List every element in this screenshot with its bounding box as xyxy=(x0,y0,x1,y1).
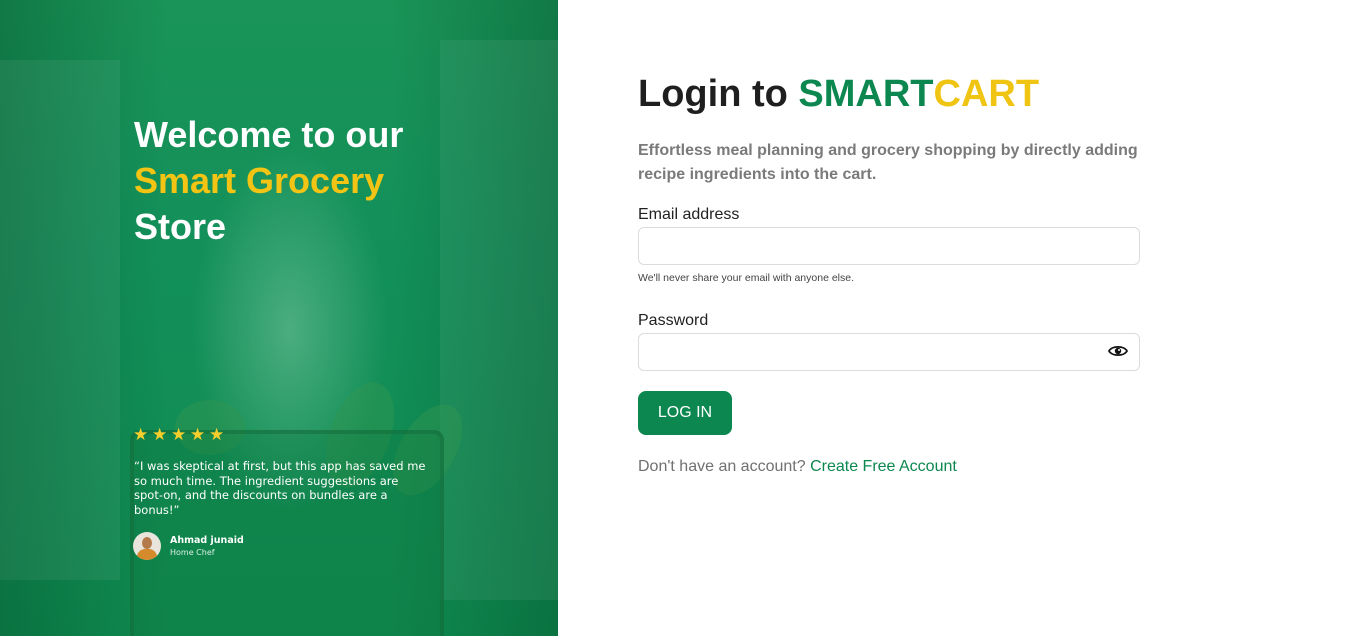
left-shelf xyxy=(0,60,120,580)
star-icon: ★ xyxy=(152,425,168,444)
email-label: Email address xyxy=(638,206,740,223)
hero-panel: Welcome to our Smart Grocery Store ★ ★ ★… xyxy=(0,0,558,636)
star-icon: ★ xyxy=(190,425,206,444)
password-label: Password xyxy=(638,312,709,329)
create-account-link[interactable]: Create Free Account xyxy=(810,458,957,475)
star-icon: ★ xyxy=(133,425,149,444)
reviewer-role: Home Chef xyxy=(170,547,215,557)
brand-smart: SMART xyxy=(798,73,934,115)
login-title-prefix: Login to xyxy=(638,73,799,115)
hero-heading: Welcome to our Smart Grocery Store xyxy=(134,112,494,250)
email-field[interactable] xyxy=(638,227,1140,265)
avatar xyxy=(133,532,161,560)
login-subtitle: Effortless meal planning and grocery sho… xyxy=(638,142,1138,183)
star-icon: ★ xyxy=(209,425,225,444)
signup-prompt-text: Don't have an account? xyxy=(638,458,806,475)
hero-title-line1: Welcome to our xyxy=(134,114,404,155)
hero-title-accent: Smart Grocery xyxy=(134,160,385,201)
testimonial-quote: “I was skeptical at first, but this app … xyxy=(134,459,426,517)
password-field[interactable] xyxy=(638,333,1140,371)
email-help-text: We'll never share your email with anyone… xyxy=(638,272,854,284)
login-button[interactable]: LOG IN xyxy=(638,391,732,435)
testimonial-author: Ahmad junaid Home Chef xyxy=(133,532,244,560)
login-page: Welcome to our Smart Grocery Store ★ ★ ★… xyxy=(0,0,1356,636)
brand-cart: CART xyxy=(933,73,1040,115)
reviewer-name: Ahmad junaid xyxy=(170,534,244,546)
rating-stars: ★ ★ ★ ★ ★ xyxy=(133,425,225,444)
login-title: Login to SMARTCART xyxy=(638,72,1039,116)
star-icon: ★ xyxy=(171,425,187,444)
hero-title-line3: Store xyxy=(134,206,227,247)
signup-prompt: Don't have an account? Create Free Accou… xyxy=(638,457,957,477)
eye-icon[interactable] xyxy=(1107,342,1129,360)
